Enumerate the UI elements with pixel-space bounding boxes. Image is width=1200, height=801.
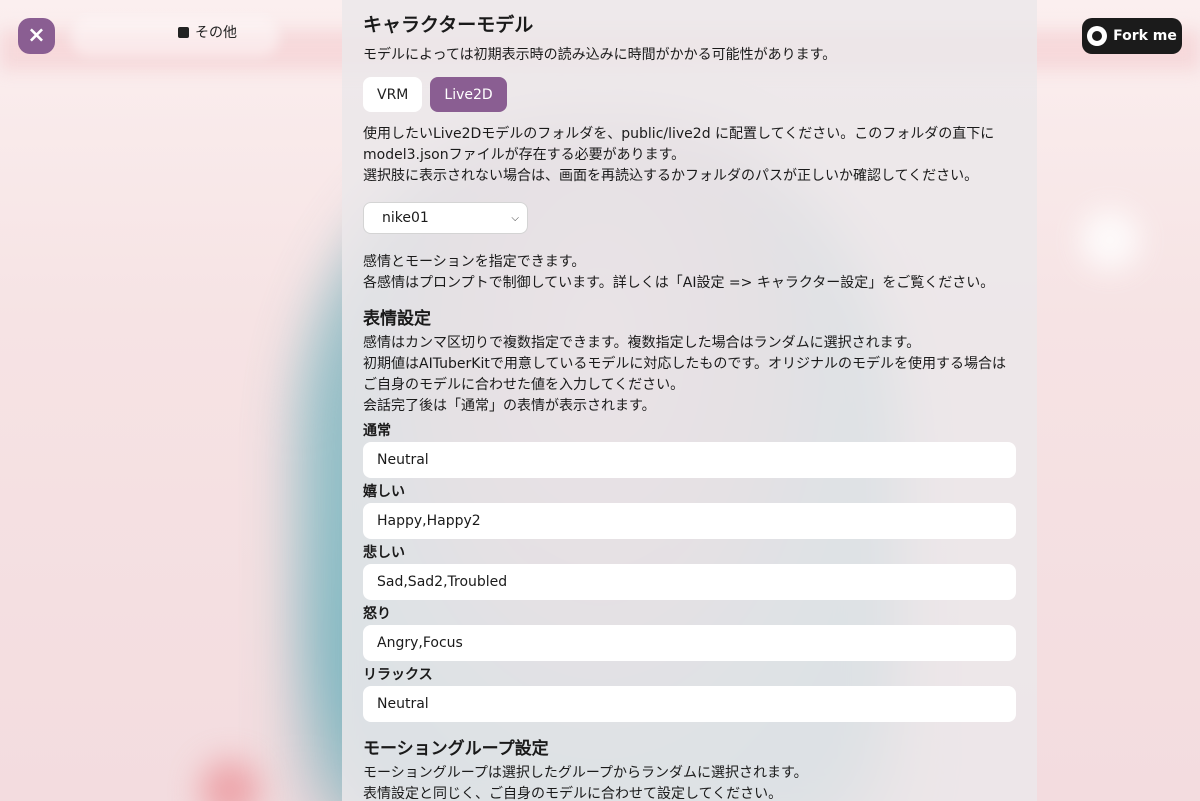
model-type-vrm-button[interactable]: VRM: [363, 77, 423, 112]
description-line: 使用したいLive2Dモデルのフォルダを、public/live2d に配置して…: [363, 126, 995, 142]
chevron-down-icon: ⌵: [511, 212, 519, 224]
description-line: モーショングループは選択したグループからランダムに選択されます。: [363, 765, 808, 781]
live2d-description: 使用したいLive2Dモデルのフォルダを、public/live2d に配置して…: [363, 124, 1016, 187]
close-icon: ×: [27, 23, 46, 48]
model-type-live2d-button[interactable]: Live2D: [430, 77, 507, 112]
sad-expression-input[interactable]: Sad,Sad2,Troubled: [363, 564, 1016, 600]
description-line: 感情はカンマ区切りで複数指定できます。複数指定した場合はランダムに選択されます。: [363, 335, 921, 351]
field-label-happy: 嬉しい: [363, 484, 405, 500]
description-line: 初期値はAITuberKitで用意しているモデルに対応したものです。オリジナルの…: [363, 356, 1006, 372]
description-line: ご自身のモデルに合わせた値を入力してください。: [363, 377, 685, 393]
settings-panel: キャラクターモデル モデルによっては初期表示時の読み込みに時間がかかる可能性があ…: [342, 0, 1037, 801]
field-label-neutral: 通常: [363, 423, 391, 439]
field-label-sad: 悲しい: [363, 545, 405, 561]
description-line: 選択肢に表示されない場合は、画面を再読込するかフォルダのパスが正しいか確認してく…: [363, 168, 979, 184]
selected-model-value: nike01: [382, 210, 429, 226]
description-line: 表情設定と同じく、ご自身のモデルに合わせて設定してください。: [363, 786, 783, 801]
field-label-angry: 怒り: [363, 606, 391, 622]
neutral-expression-input[interactable]: Neutral: [363, 442, 1016, 478]
description-line: 各感情はプロンプトで制御しています。詳しくは「AI設定 => キャラクター設定」…: [363, 275, 995, 291]
description-line: model3.jsonファイルが存在する必要があります。: [363, 147, 686, 163]
motion-description: モーショングループは選択したグループからランダムに選択されます。 表情設定と同じ…: [363, 763, 1016, 801]
github-icon: [1087, 26, 1108, 46]
section-title-expression: 表情設定: [363, 309, 431, 329]
emotion-description: 感情とモーションを指定できます。 各感情はプロンプトで制御しています。詳しくは「…: [363, 252, 1016, 294]
expression-description: 感情はカンマ区切りで複数指定できます。複数指定した場合はランダムに選択されます。…: [363, 333, 1016, 417]
description-line: 会話完了後は「通常」の表情が表示されます。: [363, 398, 656, 414]
section-subtitle: モデルによっては初期表示時の読み込みに時間がかかる可能性があります。: [363, 47, 837, 63]
live2d-model-select[interactable]: nike01 ⌵: [363, 202, 528, 234]
fork-me-button[interactable]: Fork me: [1082, 18, 1182, 54]
section-title-motion-group: モーショングループ設定: [363, 739, 549, 759]
section-title-character-model: キャラクターモデル: [363, 14, 534, 36]
model-type-toggle: VRM Live2D: [363, 77, 1016, 112]
angry-expression-input[interactable]: Angry,Focus: [363, 625, 1016, 661]
relaxed-expression-input[interactable]: Neutral: [363, 686, 1016, 722]
square-icon: [178, 26, 189, 38]
tab-other[interactable]: その他: [178, 22, 237, 42]
field-label-relaxed: リラックス: [363, 667, 433, 683]
description-line: 感情とモーションを指定できます。: [363, 254, 586, 270]
fork-me-label: Fork me: [1113, 28, 1177, 44]
happy-expression-input[interactable]: Happy,Happy2: [363, 503, 1016, 539]
close-button[interactable]: ×: [18, 18, 55, 54]
tab-other-label: その他: [195, 25, 237, 41]
